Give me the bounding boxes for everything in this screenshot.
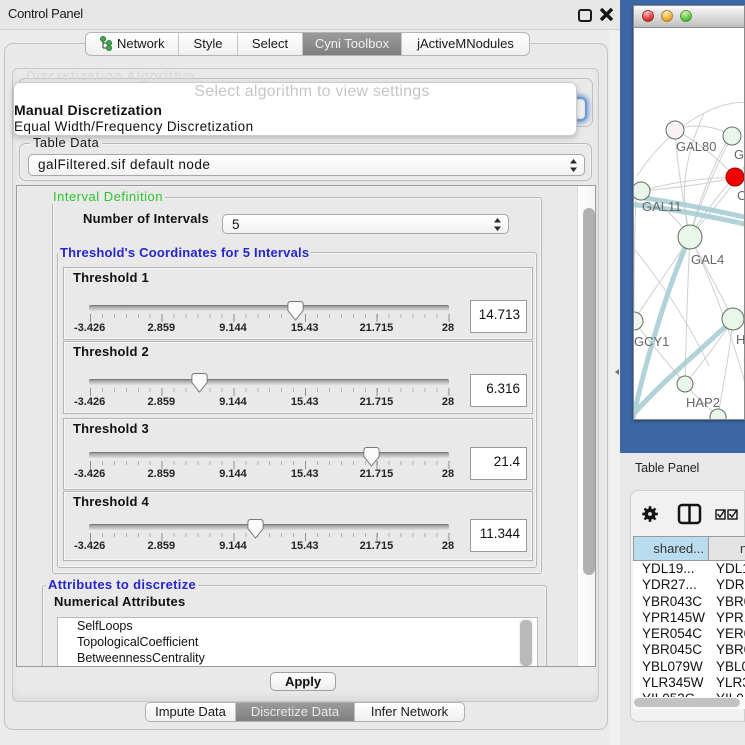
svg-text:G.: G.: [734, 147, 744, 162]
svg-text:GCY1: GCY1: [634, 334, 669, 349]
svg-text:HAP2: HAP2: [686, 395, 720, 410]
svg-text:C: C: [737, 188, 744, 203]
svg-text:GAL4: GAL4: [691, 252, 724, 267]
svg-text:GAL80: GAL80: [676, 139, 716, 154]
svg-text:H: H: [736, 332, 744, 347]
svg-text:GAL11: GAL11: [642, 199, 682, 214]
